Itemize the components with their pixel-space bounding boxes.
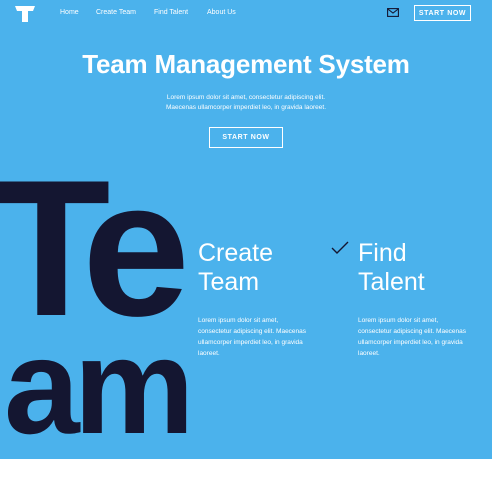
hero-section: Home Create Team Find Talent About Us ST… [0, 0, 492, 459]
hero-description-line: Maecenas ullamcorper imperdiet leo, in g… [165, 104, 327, 111]
feature-text-line: laoreet. [198, 350, 220, 357]
feature-text-line: laoreet. [358, 350, 380, 357]
page-title: Team Management System [82, 49, 410, 79]
feature-text-line: consectetur adipiscing elit. Maecenas [198, 328, 307, 335]
feature-title-create-team: Create Team [198, 239, 328, 297]
hero-start-now-button[interactable]: START NOW [209, 127, 283, 148]
feature-text-line: Lorem ipsum dolor sit amet, [358, 317, 439, 324]
logo-t-icon[interactable] [15, 6, 35, 22]
header-start-now-button[interactable]: START NOW [414, 5, 471, 21]
nav-link-home[interactable]: Home [60, 9, 79, 16]
nav-link-find-talent[interactable]: Find Talent [154, 9, 188, 16]
check-icon [331, 241, 349, 254]
feature-title-line: Create [198, 239, 274, 267]
feature-title-line: Team [198, 268, 260, 296]
big-word-bottom: am [4, 310, 195, 459]
nav-link-about-us[interactable]: About Us [207, 9, 236, 16]
feature-text-line: consectetur adipiscing elit. Maecenas [358, 328, 467, 335]
feature-title-line: Find [358, 239, 407, 267]
feature-text-find-talent: Lorem ipsum dolor sit amet, consectetur … [358, 315, 492, 359]
hero-description: Lorem ipsum dolor sit amet, consectetur … [0, 93, 492, 113]
feature-text-line: Lorem ipsum dolor sit amet, [198, 317, 279, 324]
hero-description-line: Lorem ipsum dolor sit amet, consectetur … [166, 94, 326, 101]
feature-title-line: Talent [358, 268, 425, 296]
nav-link-create-team[interactable]: Create Team [96, 9, 136, 16]
mail-icon[interactable] [387, 8, 399, 17]
feature-text-line: ullamcorper imperdiet leo, in gravida [198, 339, 303, 346]
feature-text-line: ullamcorper imperdiet leo, in gravida [358, 339, 463, 346]
feature-title-find-talent: Find Talent [358, 239, 488, 297]
feature-text-create-team: Lorem ipsum dolor sit amet, consectetur … [198, 315, 333, 359]
